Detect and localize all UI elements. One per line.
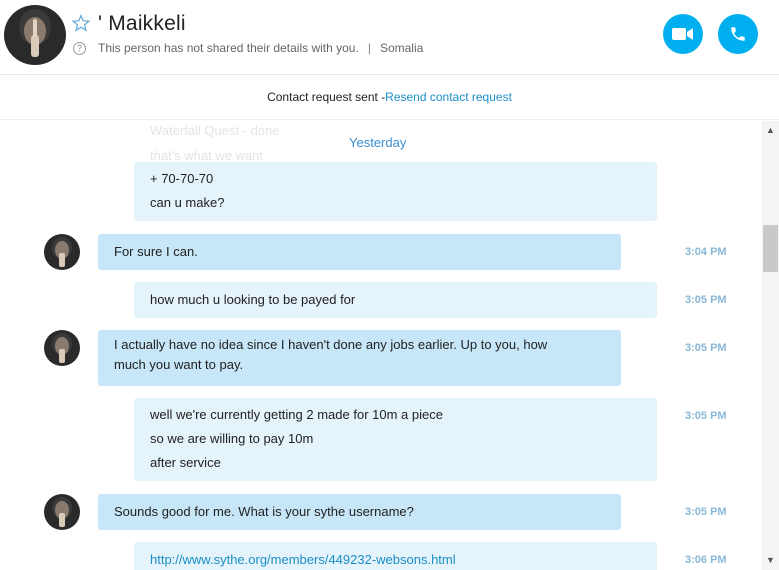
message-text: can u make?: [150, 195, 225, 210]
contact-subtitle: ? This person has not shared their detai…: [73, 41, 423, 55]
day-separator: Yesterday: [349, 135, 407, 150]
video-camera-icon: [672, 28, 693, 40]
chat-scrollbar[interactable]: ▲ ▼: [762, 121, 779, 570]
message-time: 3:05 PM: [685, 410, 727, 422]
contact-avatar-small[interactable]: [44, 330, 80, 366]
message-text: + 70-70-70: [150, 171, 214, 186]
audio-call-button[interactable]: [718, 14, 758, 54]
message-link[interactable]: http://www.sythe.org/members/449232-webs…: [150, 548, 641, 570]
faded-message-line: that's what we want: [150, 148, 264, 163]
contact-name: ' Maikkeli: [98, 12, 186, 35]
scrollbar-thumb[interactable]: [763, 225, 778, 272]
video-call-button[interactable]: [663, 14, 703, 54]
message-text: Sounds good for me. What is your sythe u…: [114, 504, 414, 519]
faded-message-line: Waterfall Quest - done: [150, 123, 280, 138]
scroll-down-arrow-icon[interactable]: ▼: [762, 551, 779, 568]
message-list[interactable]: Waterfall Quest - done that's what we wa…: [0, 121, 762, 570]
request-status: Contact request sent -: [267, 90, 386, 104]
scroll-up-arrow-icon[interactable]: ▲: [762, 121, 779, 138]
contact-avatar-small[interactable]: [44, 494, 80, 530]
message-bubble-sent[interactable]: + 70-70-70 can u make?: [134, 162, 657, 221]
contact-avatar[interactable]: [4, 5, 66, 65]
separator: |: [367, 41, 371, 55]
help-icon[interactable]: ?: [73, 41, 86, 55]
message-text: well we're currently getting 2 made for …: [150, 407, 443, 422]
message-time: 3:04 PM: [685, 246, 727, 258]
message-bubble-received[interactable]: For sure I can.: [98, 234, 621, 270]
contact-details: This person has not shared their details…: [98, 41, 359, 55]
message-time: 3:05 PM: [685, 342, 727, 354]
message-bubble-sent[interactable]: well we're currently getting 2 made for …: [134, 398, 657, 481]
message-bubble-sent[interactable]: how much u looking to be payed for: [134, 282, 657, 318]
contact-request-bar: Contact request sent - Resend contact re…: [0, 75, 779, 120]
message-time: 3:05 PM: [685, 506, 727, 518]
message-bubble-received[interactable]: Sounds good for me. What is your sythe u…: [98, 494, 621, 530]
message-time: 3:05 PM: [685, 294, 727, 306]
contact-location: Somalia: [379, 41, 424, 55]
message-bubble-sent[interactable]: http://www.sythe.org/members/449232-webs…: [134, 542, 657, 570]
message-time: 3:06 PM: [685, 554, 727, 566]
message-text: I actually have no idea since I haven't …: [114, 337, 548, 352]
star-icon[interactable]: [72, 14, 90, 32]
message-text: For sure I can.: [114, 244, 198, 259]
message-text: much you want to pay.: [114, 357, 244, 372]
phone-icon: [731, 27, 745, 41]
message-text: so we are willing to pay 10m: [150, 431, 314, 446]
message-bubble-received[interactable]: I actually have no idea since I haven't …: [98, 330, 621, 386]
resend-request-link[interactable]: Resend contact request: [385, 90, 512, 104]
message-text: how much u looking to be payed for: [150, 292, 356, 307]
message-text: after service: [150, 455, 221, 470]
contact-avatar-small[interactable]: [44, 234, 80, 270]
chat-header: ' Maikkeli ? This person has not shared …: [0, 0, 779, 75]
